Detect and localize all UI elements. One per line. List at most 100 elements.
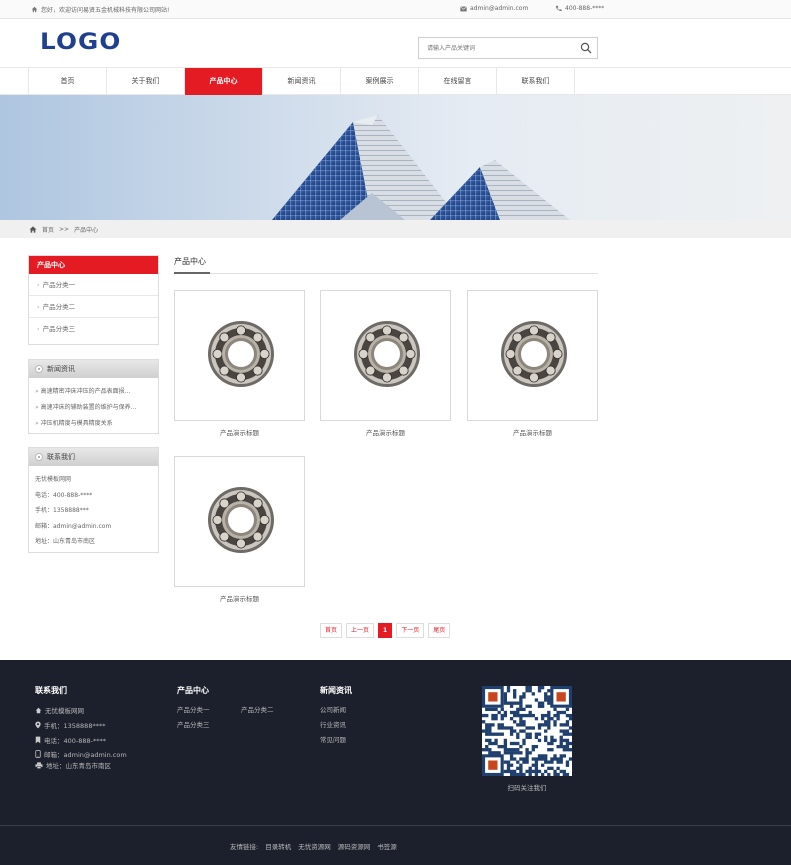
product-card[interactable] — [174, 456, 305, 587]
sidebar-item-label: 产品分类一 — [42, 281, 76, 289]
nav-item-home[interactable]: 首页 — [29, 68, 107, 95]
footer-email-text: 邮箱：admin@admin.com — [44, 751, 127, 759]
footer-company: 无忧模板网网 — [35, 705, 84, 715]
pager-next[interactable]: 下一页 — [396, 623, 425, 638]
sidebar-contact: 联系我们 无忧模板网网 电话：400-888-**** 手机：1358888**… — [28, 447, 159, 553]
home-icon — [31, 6, 38, 13]
footer-tel: 电话：400-888-**** — [35, 735, 106, 745]
bullet-circle-icon — [35, 365, 43, 373]
search-box — [418, 37, 598, 59]
breadcrumb-separator: >> — [59, 226, 70, 233]
product-card[interactable] — [467, 290, 598, 421]
page-title: 产品中心 — [174, 257, 206, 266]
footer-product-link[interactable]: 产品分类一 — [177, 704, 210, 714]
friend-link[interactable]: 无忧资源网 — [298, 841, 331, 851]
sidebar-item-category-2[interactable]: › 产品分类二 — [29, 296, 158, 318]
location-pin-icon — [35, 721, 41, 729]
footer-news-link[interactable]: 常见问题 — [320, 734, 346, 744]
main-nav: 首页 关于我们 产品中心 新闻资讯 案例展示 在线留言 联系我们 — [0, 67, 791, 95]
news-link[interactable]: 高速冲床的辅助装置的维护与保养... — [35, 400, 158, 416]
footer-news-link[interactable]: 行业资讯 — [320, 719, 346, 729]
qr-caption: 扫码关注我们 — [507, 784, 547, 792]
sidebar-item-category-3[interactable]: › 产品分类三 — [29, 318, 158, 344]
footer-address: 地址：山东青岛市南区 — [35, 760, 111, 770]
search-input[interactable] — [419, 38, 569, 58]
friend-link[interactable]: 源码资源网 — [338, 841, 371, 851]
footer-product-link[interactable]: 产品分类三 — [177, 719, 210, 729]
search-icon[interactable] — [580, 42, 592, 54]
product-card[interactable] — [174, 290, 305, 421]
bullet-circle-icon — [35, 453, 43, 461]
product-card[interactable] — [320, 290, 451, 421]
sidebar-news-title: 新闻资讯 — [47, 365, 75, 373]
contact-email: 邮箱：admin@admin.com — [35, 522, 112, 530]
welcome-message: 您好，欢迎访问易贤五金机械科技有限公司网站! — [31, 5, 169, 14]
footer-mobile: 手机：1358888**** — [35, 720, 105, 730]
bearing-image — [208, 321, 274, 387]
news-link[interactable]: 高速精密冲床冲压的产品表面损... — [35, 384, 158, 400]
sidebar-item-label: 产品分类三 — [42, 325, 76, 333]
sidebar-item-label: 产品分类二 — [42, 303, 76, 311]
pager-first[interactable]: 首页 — [320, 623, 343, 638]
breadcrumb-current[interactable]: 产品中心 — [74, 225, 98, 234]
arrow-icon: › — [37, 325, 40, 333]
bearing-image — [208, 487, 274, 553]
news-link[interactable]: 冲压机精度与模具精度关系 — [35, 416, 158, 432]
bearing-image — [501, 321, 567, 387]
top-bar: 您好，欢迎访问易贤五金机械科技有限公司网站! admin@admin.com 4… — [0, 0, 791, 19]
contact-company: 无忧模板网网 — [35, 476, 72, 483]
qr-code — [482, 686, 573, 777]
home-icon — [35, 707, 42, 713]
bearing-image — [354, 321, 420, 387]
pager-current[interactable]: 1 — [378, 623, 393, 638]
footer: 联系我们 无忧模板网网 手机：1358888**** 电话：400-888-**… — [0, 660, 791, 865]
product-caption[interactable]: 产品演示标题 — [320, 427, 451, 437]
sidebar-contact-title: 联系我们 — [47, 453, 75, 461]
top-phone-text: 400-888-**** — [565, 5, 605, 12]
building-illustration — [272, 115, 570, 220]
nav-item-about[interactable]: 关于我们 — [107, 68, 185, 95]
footer-email: 邮箱：admin@admin.com — [35, 749, 127, 759]
nav-item-contact[interactable]: 联系我们 — [497, 68, 575, 95]
arrow-icon: › — [37, 281, 40, 289]
sidebar-item-category-1[interactable]: › 产品分类一 — [29, 274, 158, 296]
footer-products-title: 产品中心 — [177, 686, 209, 695]
product-caption[interactable]: 产品演示标题 — [174, 427, 305, 437]
footer-tel-text: 电话：400-888-**** — [44, 737, 107, 745]
footer-news-title: 新闻资讯 — [320, 686, 352, 695]
site-logo[interactable]: LOGO — [40, 30, 121, 55]
sidebar-news: 新闻资讯 高速精密冲床冲压的产品表面损... 高速冲床的辅助装置的维护与保养..… — [28, 359, 159, 434]
breadcrumb-home[interactable]: 首页 — [42, 225, 54, 234]
printer-icon — [35, 761, 43, 769]
product-caption[interactable]: 产品演示标题 — [467, 427, 598, 437]
qr-code-image — [482, 686, 573, 777]
sidebar-products: 产品中心 › 产品分类一 › 产品分类二 › 产品分类三 — [28, 255, 159, 345]
friend-link[interactable]: 目录转机 — [265, 841, 291, 851]
banner-image — [0, 95, 791, 220]
mobile-phone-icon — [35, 750, 41, 758]
header: LOGO — [0, 19, 791, 67]
pager-last[interactable]: 尾页 — [428, 623, 451, 638]
contact-mobile: 手机：1358888*** — [35, 507, 89, 514]
title-divider — [174, 272, 598, 274]
friend-links: 友情链接: 目录转机 无忧资源网 源码资源网 书签源 — [230, 841, 397, 851]
arrow-icon: › — [37, 303, 40, 311]
friend-link[interactable]: 书签源 — [377, 841, 397, 851]
home-icon — [29, 226, 37, 233]
top-email[interactable]: admin@admin.com — [460, 5, 528, 12]
footer-address-text: 地址：山东青岛市南区 — [46, 762, 111, 770]
footer-company-text: 无忧模板网网 — [45, 707, 84, 715]
nav-item-cases[interactable]: 案例展示 — [341, 68, 419, 95]
footer-contact-title: 联系我们 — [35, 686, 67, 695]
nav-item-products[interactable]: 产品中心 — [185, 68, 263, 95]
footer-product-link[interactable]: 产品分类二 — [241, 704, 274, 714]
nav-item-news[interactable]: 新闻资讯 — [263, 68, 341, 95]
friend-links-label: 友情链接: — [230, 843, 259, 851]
top-phone: 400-888-**** — [555, 5, 604, 12]
contact-tel: 电话：400-888-**** — [35, 491, 93, 499]
footer-news-link[interactable]: 公司新闻 — [320, 704, 346, 714]
top-email-text: admin@admin.com — [470, 5, 529, 12]
product-caption[interactable]: 产品演示标题 — [174, 593, 305, 603]
nav-item-message[interactable]: 在线留言 — [419, 68, 497, 95]
pager-prev[interactable]: 上一页 — [346, 623, 375, 638]
